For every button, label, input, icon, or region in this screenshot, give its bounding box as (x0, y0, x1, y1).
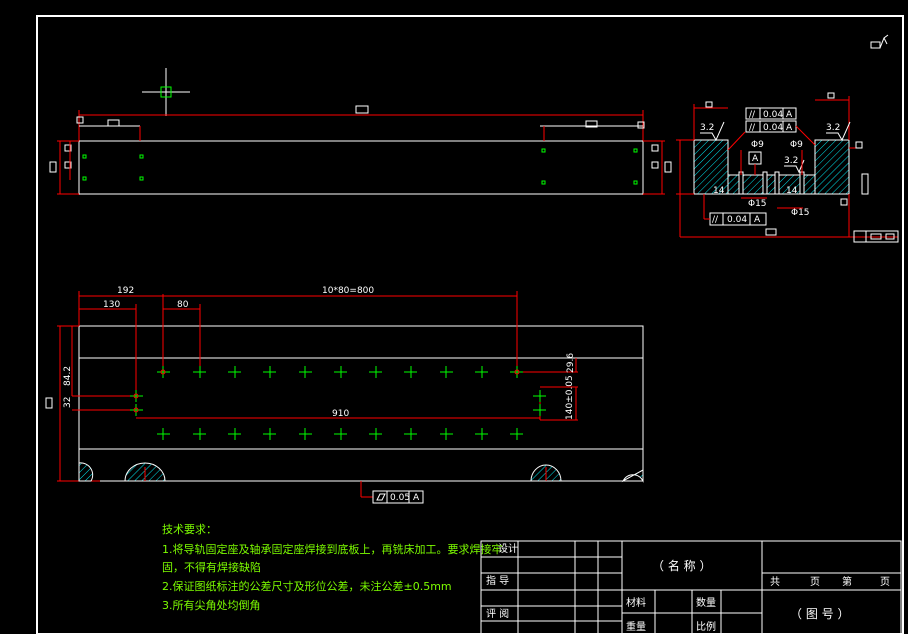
notes-line-4: 3.所有尖角处均倒角 (162, 598, 261, 612)
svg-text://: // (712, 215, 719, 225)
dim-842-label: 84.2 (63, 366, 73, 386)
cad-drawing: 3.2 3.2 3.2 // 0.04 A // 0.04 A Φ9 Φ9 A (36, 15, 904, 634)
datum-a-label: A (752, 154, 759, 164)
svg-text:0.04: 0.04 (763, 110, 783, 120)
dim-140-label: 140±0.05 (565, 375, 575, 420)
svg-text:A: A (786, 110, 793, 120)
svg-text:0.04: 0.04 (727, 215, 747, 225)
tb-sheet: 第 (842, 575, 852, 588)
technical-notes: 技术要求： 1.将导轨固定座及轴承固定座焊接到底板上，再铣床加工。要求焊接牢 固… (162, 523, 503, 612)
svg-text://: // (749, 110, 756, 120)
dim-80-label: 80 (177, 300, 189, 310)
roughness-corner-symbol (870, 34, 889, 49)
tb-page2: 页 (880, 576, 890, 588)
svg-text://: // (749, 123, 756, 133)
tb-guide: 指 导 (486, 574, 509, 587)
svg-text:A: A (754, 215, 761, 225)
parallelism-frame-2: // 0.04 A (745, 120, 797, 133)
tb-review: 评 阅 (486, 607, 509, 620)
front-view (49, 105, 672, 195)
section-block-right (814, 139, 850, 195)
dim-14-right: 14 (786, 186, 798, 196)
dim-296-label: 29.6 (566, 353, 576, 373)
dim-pitch-label: 10*80=800 (322, 286, 374, 296)
dim-32-label: 32 (63, 397, 73, 408)
flatness-frame: 0.05 A (372, 490, 424, 504)
svg-text:0.04: 0.04 (763, 123, 783, 133)
dim-910-label: 910 (332, 409, 349, 419)
svg-text:0.05: 0.05 (390, 493, 410, 503)
notes-line-2: 固，不得有焊接缺陷 (162, 560, 261, 574)
svg-text:A: A (786, 123, 793, 133)
notes-line-3: 2.保证图纸标注的公差尺寸及形位公差，未注公差±0.5mm (162, 579, 452, 593)
tb-weight: 重量 (626, 620, 646, 633)
tb-material: 材料 (626, 596, 646, 609)
dia15-right-label: Φ15 (791, 208, 810, 218)
section-view: 3.2 3.2 3.2 // 0.04 A // 0.04 A Φ9 Φ9 A (676, 92, 899, 243)
tb-drawing-no: （ 图 号 ） (790, 607, 849, 621)
crosshair-cursor (142, 68, 190, 116)
tb-quantity: 数量 (696, 596, 716, 609)
dim-192-label: 192 (117, 286, 134, 296)
dia-left-label: Φ9 (751, 140, 764, 150)
tb-name: （ 名 称 ） (652, 558, 711, 573)
dia-right-label: Φ9 (790, 140, 803, 150)
tb-total: 共 (770, 576, 780, 588)
tb-scale: 比例 (696, 620, 716, 633)
roughness-right-label: 3.2 (826, 123, 840, 133)
dia15-left-label: Φ15 (748, 199, 767, 209)
notes-line-1: 1.将导轨固定座及轴承固定座焊接到底板上，再铣床加工。要求焊接牢 (162, 542, 503, 556)
tb-page1: 页 (810, 576, 820, 588)
tb-design: 设计 (498, 542, 518, 555)
notes-title: 技术要求： (162, 523, 217, 536)
roughness-mid-label: 3.2 (784, 156, 798, 166)
parallelism-frame-1: // 0.04 A (745, 107, 797, 120)
dim-14-left: 14 (713, 186, 725, 196)
roughness-left-label: 3.2 (700, 123, 714, 133)
plan-view: 192 130 80 10*80=800 84.2 32 29.6 140±0.… (45, 286, 644, 504)
dim-130-label: 130 (103, 300, 120, 310)
svg-text:A: A (413, 493, 420, 503)
